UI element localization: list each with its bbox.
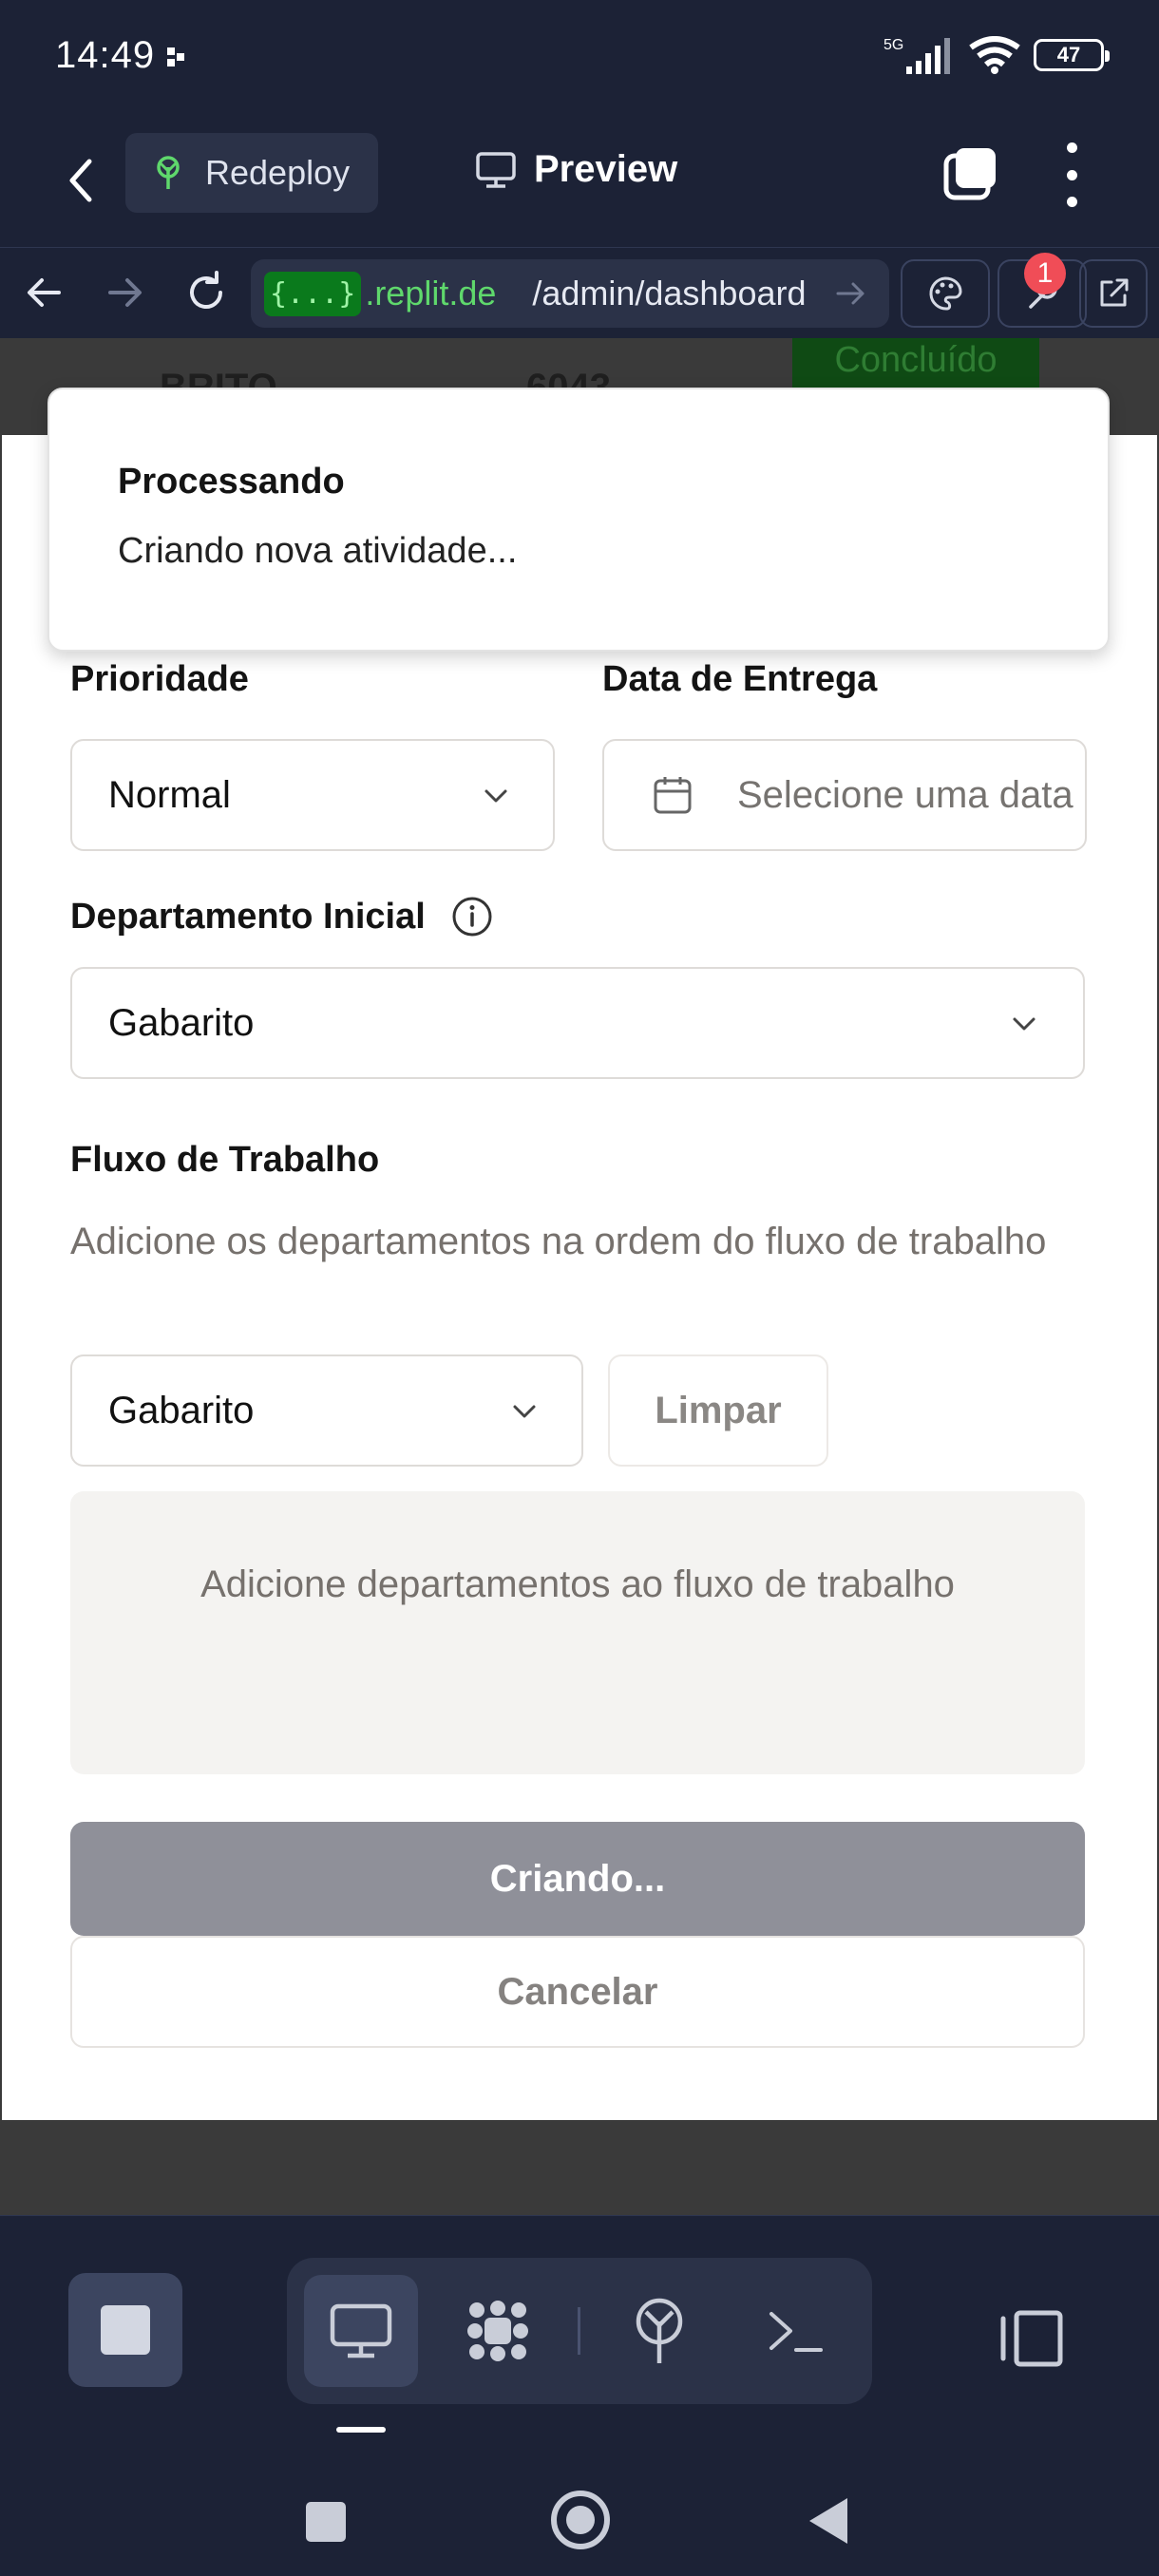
network-type: 5G [884, 37, 903, 53]
url-field[interactable]: {...} .replit.de /admin/dashboard [251, 259, 889, 328]
system-back-icon[interactable] [809, 2498, 847, 2544]
monitor-icon [476, 151, 516, 188]
reload-icon[interactable] [182, 269, 230, 316]
external-link-icon [1100, 278, 1129, 307]
status-time: 14:49 [55, 34, 156, 76]
due-date-label: Data de Entrega [602, 659, 878, 699]
initial-department-value: Gabarito [108, 1001, 255, 1044]
create-button[interactable]: Criando... [70, 1822, 1085, 1936]
info-icon[interactable] [450, 895, 494, 938]
tabs-icon[interactable] [942, 146, 999, 203]
theme-button[interactable] [901, 259, 990, 328]
priority-label: Prioridade [70, 659, 249, 699]
deploy-tool-button[interactable] [602, 2275, 716, 2387]
stop-button[interactable] [68, 2273, 182, 2387]
workflow-empty-state: Adicione departamentos ao fluxo de traba… [70, 1491, 1085, 1774]
shell-tool-button[interactable] [739, 2275, 853, 2387]
deploy-icon [157, 156, 180, 189]
toast-message: Criando nova atividade... [118, 531, 518, 571]
home-icon[interactable] [551, 2491, 610, 2549]
initial-department-label: Departamento Inicial [70, 896, 426, 937]
priority-value: Normal [108, 773, 231, 816]
workflow-description: Adicione os departamentos na ordem do fl… [70, 1221, 1047, 1262]
tool-divider [578, 2307, 580, 2355]
cancel-button[interactable]: Cancelar [70, 1936, 1085, 2048]
agent-icon [467, 2301, 528, 2361]
clear-button[interactable]: Limpar [608, 1354, 828, 1467]
processing-toast: Processando Criando nova atividade... [48, 388, 1110, 652]
web-content: BRITO 6043 Concluído Prioridade Normal D… [0, 338, 1159, 2215]
url-path: /admin/dashboard [532, 274, 807, 313]
open-external-button[interactable] [1079, 259, 1148, 328]
background-status-badge: Concluído [792, 338, 1039, 389]
bottom-toolbar [0, 2215, 1159, 2462]
stop-icon [101, 2305, 150, 2355]
deploy-icon [636, 2298, 683, 2363]
agent-tool-button[interactable] [441, 2275, 555, 2387]
notification-icon [167, 47, 184, 66]
chevron-down-icon [484, 789, 507, 803]
workflow-select-value: Gabarito [108, 1389, 255, 1431]
url-brace: {...} [264, 271, 362, 316]
wifi-icon [969, 36, 1020, 74]
system-nav-bar [0, 2462, 1159, 2576]
browser-forward-icon[interactable] [101, 269, 148, 316]
redeploy-button[interactable]: Redeploy [125, 133, 378, 213]
notification-badge: 1 [1024, 253, 1066, 294]
preview-tool-button[interactable] [304, 2275, 418, 2387]
chevron-down-icon [1013, 1017, 1036, 1031]
battery-indicator: 47 [1034, 39, 1110, 71]
go-arrow-icon[interactable] [834, 276, 868, 311]
active-tool-indicator [336, 2427, 386, 2433]
url-domain: .replit.de [365, 274, 497, 313]
status-bar: 14:49 5G 47 [0, 0, 1159, 114]
monitor-icon [330, 2303, 392, 2358]
signal-icon: 5G [884, 37, 950, 74]
terminal-icon [770, 2312, 823, 2352]
initial-department-select[interactable]: Gabarito [70, 967, 1085, 1079]
redeploy-label: Redeploy [205, 153, 351, 192]
layout-toggle-icon[interactable] [994, 2305, 1070, 2372]
due-date-picker[interactable]: Selecione uma data [602, 739, 1087, 851]
due-date-placeholder: Selecione uma data [737, 773, 1074, 816]
calendar-icon [654, 777, 692, 814]
app-bar: Redeploy Preview [0, 114, 1159, 247]
browser-back-icon[interactable] [21, 269, 68, 316]
browser-url-bar: {...} .replit.de /admin/dashboard [0, 247, 1159, 338]
tool-group [287, 2258, 872, 2404]
palette-icon [929, 276, 962, 311]
page-background-overlay-bottom [0, 2120, 1159, 2215]
chevron-down-icon [513, 1405, 536, 1418]
system-indicators: 5G 47 [884, 36, 1110, 74]
workflow-department-select[interactable]: Gabarito [70, 1354, 583, 1467]
workflow-label: Fluxo de Trabalho [70, 1140, 380, 1180]
toast-title: Processando [118, 462, 345, 502]
priority-select[interactable]: Normal [70, 739, 555, 851]
back-arrow-icon[interactable] [53, 150, 106, 211]
modal-overlay-edge-left [0, 435, 2, 2120]
preview-title[interactable]: Preview [475, 148, 677, 191]
preview-label: Preview [534, 148, 678, 190]
recents-icon[interactable] [306, 2502, 346, 2542]
initial-department-label-row: Departamento Inicial [70, 895, 494, 938]
more-options-icon[interactable] [1053, 142, 1091, 207]
